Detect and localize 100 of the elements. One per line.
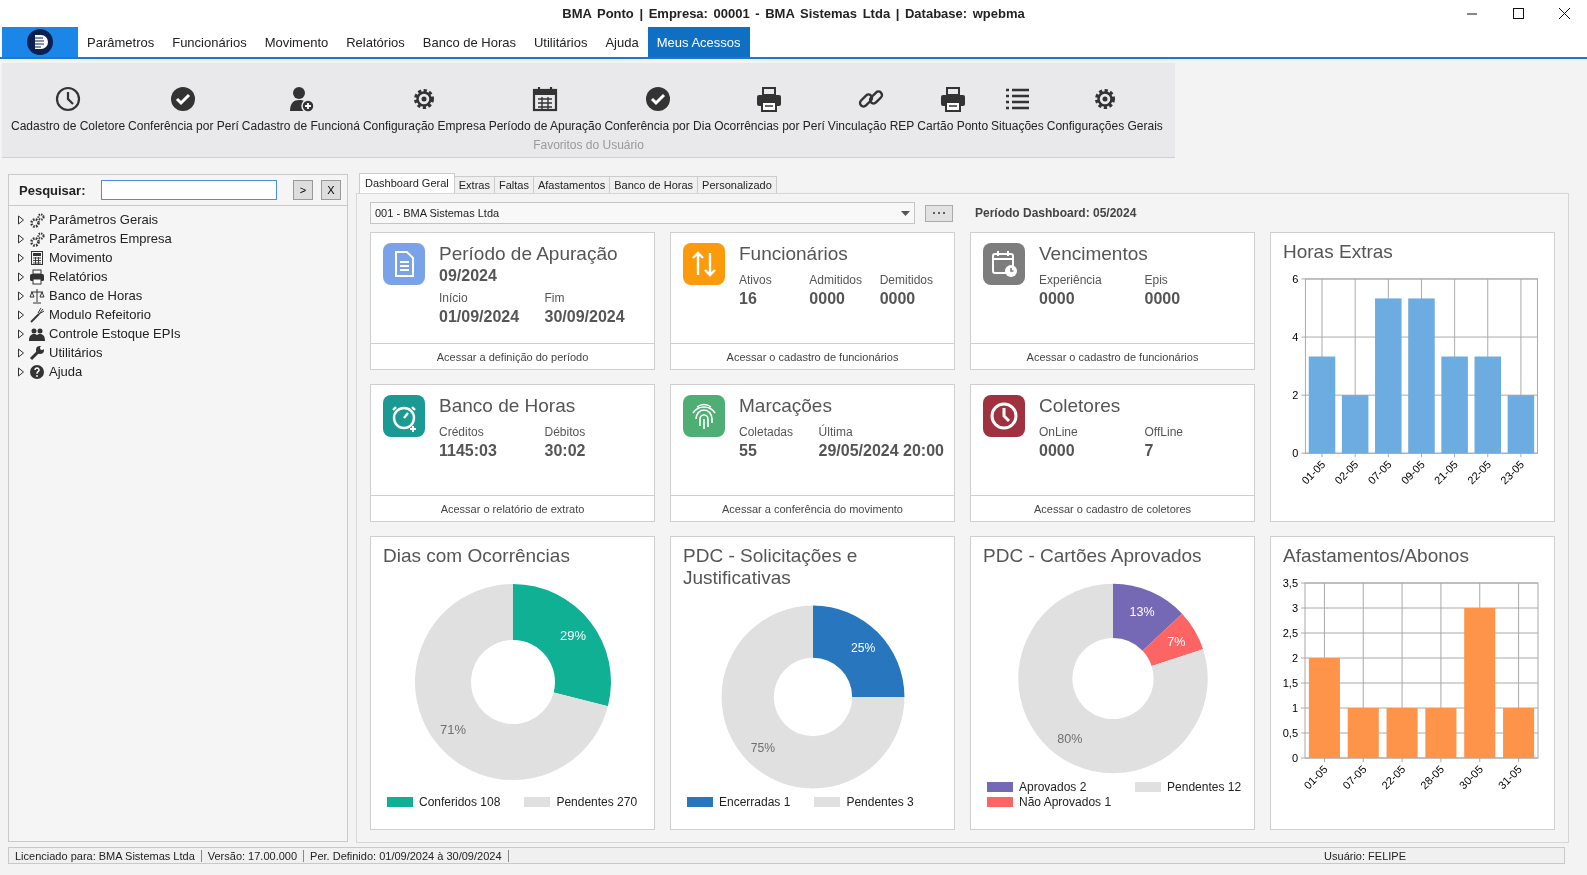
field-label: Débitos: [544, 425, 587, 439]
axis-label: 0: [1291, 752, 1298, 764]
axis-label: 0,5: [1282, 727, 1298, 739]
axis-label: 0: [1292, 447, 1299, 460]
search-field[interactable]: [101, 180, 277, 200]
menu-item[interactable]: Movimento: [255, 27, 338, 57]
tree-item[interactable]: Banco de Horas: [49, 288, 143, 303]
axis-label: 1,5: [1282, 677, 1298, 689]
expand-arrow-icon[interactable]: [17, 309, 25, 320]
more-button[interactable]: [925, 204, 953, 222]
slice-label: 71%: [439, 721, 466, 737]
card-title: Funcionários: [739, 243, 849, 265]
tree-item[interactable]: Movimento: [49, 250, 113, 265]
ribbon-button[interactable]: Cadastro de Funcioná: [240, 85, 361, 133]
ribbon-button[interactable]: Situações: [990, 85, 1045, 133]
calendar-icon: [531, 85, 559, 113]
ribbon-button[interactable]: Vinculação REP: [826, 85, 916, 133]
card-link[interactable]: Acessar o cadastro de funcionários: [726, 350, 899, 363]
field-label: Início: [439, 291, 469, 305]
search-button[interactable]: >: [292, 180, 313, 200]
search-button[interactable]: X: [320, 180, 341, 200]
menu-item[interactable]: Parâmetros: [78, 27, 164, 57]
expand-arrow-icon[interactable]: [17, 252, 25, 263]
menu-item[interactable]: Funcionários: [163, 27, 256, 57]
ribbon-button[interactable]: Conferência por Perí: [127, 85, 240, 133]
printer-icon: [29, 268, 45, 285]
card-title: Vencimentos: [1039, 243, 1149, 265]
period-label: Período Dashboard: 05/2024: [975, 206, 1137, 220]
tab[interactable]: Personalizado: [697, 176, 777, 193]
wrench-icon: [29, 344, 45, 361]
window-title: BMA Ponto | Empresa: 00001 - BMA Sistemas Ltda | Database: wpebma: [562, 6, 1025, 21]
ribbon-button[interactable]: Cadastro de Coletore: [10, 85, 127, 133]
calculator-icon: [29, 249, 45, 266]
field-label: Demitidos: [879, 273, 934, 287]
status-text: Licenciado para: BMA Sistemas Ltda: [9, 849, 202, 862]
slice-label: 25%: [850, 640, 875, 655]
card-link[interactable]: Acessar o cadastro de coletores: [1033, 502, 1192, 515]
expand-arrow-icon[interactable]: [17, 233, 25, 244]
company-dropdown[interactable]: 001 - BMA Sistemas Ltda: [370, 202, 915, 224]
legend-label: Encerradas 1: [719, 795, 791, 809]
field-value: 7: [1144, 442, 1155, 460]
card-link[interactable]: Acessar o relatório de extrato: [440, 502, 585, 515]
field-label: OffLine: [1144, 425, 1184, 439]
expand-arrow-icon[interactable]: [17, 214, 25, 225]
ribbon-button[interactable]: Configurações Gerais: [1045, 85, 1164, 133]
menu-item[interactable]: Utilitários: [525, 27, 597, 57]
field-value: 0000: [809, 290, 846, 308]
ribbon-button[interactable]: Período de Apuração: [487, 85, 603, 133]
chart-title: PDC - Cartões Aprovados: [983, 545, 1203, 567]
check-icon: [169, 85, 198, 113]
field-label: Admitidos: [809, 273, 863, 287]
tree-item[interactable]: Relatórios: [49, 269, 108, 284]
expand-arrow-icon[interactable]: [17, 328, 25, 339]
expand-arrow-icon[interactable]: [17, 271, 25, 282]
tree-item[interactable]: Utilitários: [49, 345, 103, 360]
chart-title: Horas Extras: [1283, 241, 1394, 263]
search-label: Pesquisar:: [19, 182, 87, 198]
axis-label: 3: [1291, 602, 1298, 614]
field-label: OnLine: [1039, 425, 1079, 439]
expand-arrow-icon[interactable]: [17, 347, 25, 358]
slice-label: 75%: [750, 740, 775, 755]
tree-item[interactable]: Parâmetros Gerais: [49, 212, 159, 227]
field-value: 1145:03: [439, 442, 498, 460]
card-link[interactable]: Acessar a definição do período: [436, 350, 589, 363]
legend-label: Conferidos 108: [419, 795, 501, 809]
app-logo[interactable]: [2, 27, 78, 57]
menu-item[interactable]: Banco de Horas: [413, 27, 525, 57]
card-link[interactable]: Acessar o cadastro de funcionários: [1026, 350, 1199, 363]
tree-item[interactable]: Controle Estoque EPIs: [49, 326, 181, 341]
gears-icon: [29, 211, 45, 228]
clock-icon: [54, 85, 83, 113]
dropdown-value: 001 - BMA Sistemas Ltda: [375, 207, 500, 219]
tab[interactable]: Dashboard Geral: [359, 173, 455, 193]
field-label: Créditos: [439, 425, 485, 439]
menu-item[interactable]: Meus Acessos: [647, 27, 750, 57]
ribbon-button[interactable]: Cartão Ponto: [916, 85, 990, 133]
axis-label: 1: [1291, 702, 1298, 714]
expand-arrow-icon[interactable]: [17, 290, 25, 301]
ribbon-button[interactable]: Conferência por Dia: [603, 85, 713, 133]
ribbon-button[interactable]: Ocorrências por Perí: [713, 85, 826, 133]
more-icon: [932, 211, 946, 215]
legend-label: Aprovados 2: [1019, 780, 1087, 794]
group-label: Favoritos do Usuário: [533, 138, 644, 152]
menu-item[interactable]: Ajuda: [596, 27, 648, 57]
chart-title: Dias com Ocorrências: [383, 545, 571, 567]
card-value: 09/2024: [439, 267, 498, 285]
menu-item[interactable]: Relatórios: [337, 27, 414, 57]
ribbon-button[interactable]: Configuração Empresa: [361, 85, 487, 133]
printer-icon: [938, 85, 967, 113]
tree-item[interactable]: Modulo Refeitorio: [49, 307, 151, 322]
caret-icon[interactable]: [901, 210, 910, 216]
field-value: 30:02: [544, 442, 587, 460]
expand-arrow-icon[interactable]: [17, 366, 25, 377]
tree-item[interactable]: Ajuda: [49, 364, 83, 379]
card-link[interactable]: Acessar a conferência do movimento: [722, 502, 903, 515]
tree-item[interactable]: Parâmetros Empresa: [49, 231, 172, 246]
field-value: 55: [739, 442, 758, 460]
axis-label: 2: [1291, 652, 1298, 664]
field-label: Última: [818, 425, 854, 439]
field-value: 0000: [1039, 290, 1076, 308]
